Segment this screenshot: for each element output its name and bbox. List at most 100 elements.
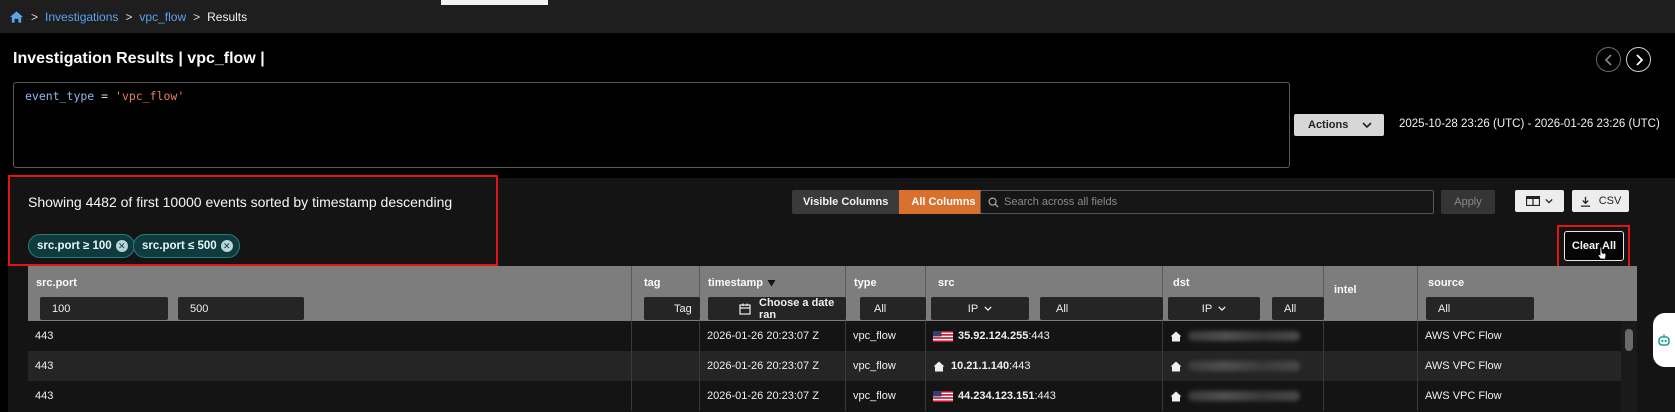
date-range: 2025-10-28 23:26 (UTC) - 2026-01-26 23:2…: [1399, 118, 1660, 130]
table-scrollbar[interactable]: [1621, 321, 1637, 412]
close-icon[interactable]: ✕: [115, 240, 128, 252]
visible-columns-button[interactable]: Visible Columns: [792, 190, 900, 214]
breadcrumb-separator: >: [125, 10, 133, 24]
active-tab-indicator: [441, 0, 548, 5]
source-filter-value: All: [1438, 302, 1451, 315]
cell-source: AWS VPC Flow: [1425, 330, 1502, 342]
src-port-max-input[interactable]: [178, 302, 304, 315]
breadcrumb-separator: >: [31, 10, 39, 24]
dst-value-filter[interactable]: All: [1272, 297, 1324, 320]
cell-intel: [1324, 351, 1418, 381]
us-flag-icon: [933, 390, 953, 402]
home-icon: [933, 361, 945, 371]
columns-icon: [1526, 196, 1540, 206]
src-ip: 35.92.124.255: [958, 330, 1029, 342]
src-value-filter[interactable]: All: [1040, 297, 1163, 320]
sort-descending-icon[interactable]: [767, 279, 776, 287]
header-src[interactable]: src IP All: [926, 266, 1163, 321]
breadcrumb-vpc-flow[interactable]: vpc_flow: [139, 10, 186, 24]
cell-src[interactable]: 10.21.1.140:443: [926, 351, 1163, 381]
csv-download-button[interactable]: CSV: [1572, 190, 1629, 212]
cell-timestamp: 2026-01-26 20:23:07 Z: [700, 321, 846, 351]
previous-button[interactable]: [1596, 47, 1621, 72]
close-icon[interactable]: ✕: [220, 240, 233, 252]
header-src-port[interactable]: src.port: [28, 266, 632, 321]
cell-type: vpc_flow: [846, 381, 926, 411]
cell-tag: [632, 351, 700, 381]
cell-src[interactable]: 44.234.123.151:443: [926, 381, 1163, 411]
table-row[interactable]: 443 2026-01-26 20:23:07 Z vpc_flow 35.92…: [28, 321, 1621, 351]
src-port-suffix: :443: [1034, 390, 1056, 402]
table-row[interactable]: 443 2026-01-26 20:23:07 Z vpc_flow 44.23…: [28, 381, 1621, 411]
breadcrumb-investigations[interactable]: Investigations: [45, 10, 118, 24]
dst-filter-value: All: [1284, 302, 1297, 315]
header-label: type: [854, 277, 877, 289]
cell-src-port: 443: [28, 351, 632, 381]
robot-icon: [1658, 334, 1670, 346]
cell-dst[interactable]: [1163, 381, 1324, 411]
cell-timestamp: 2026-01-26 20:23:07 Z: [700, 351, 846, 381]
header-type[interactable]: type All: [846, 266, 926, 321]
breadcrumb-separator: >: [193, 10, 201, 24]
cell-src[interactable]: 35.92.124.255:443: [926, 321, 1163, 351]
all-columns-button[interactable]: All Columns: [899, 190, 988, 214]
header-tag[interactable]: tag Tag: [632, 266, 700, 321]
cell-type: vpc_flow: [846, 321, 926, 351]
cell-source: AWS VPC Flow: [1425, 390, 1502, 402]
src-port-max-filter[interactable]: [178, 297, 304, 320]
table-row[interactable]: 443 2026-01-26 20:23:07 Z vpc_flow 10.21…: [28, 351, 1621, 381]
header-intel[interactable]: intel: [1324, 266, 1418, 321]
results-summary: Showing 4482 of first 10000 events sorte…: [28, 194, 453, 210]
search-field[interactable]: [980, 190, 1434, 214]
results-table: src.port tag Tag timestamp Choose a date…: [28, 266, 1637, 412]
table-header: src.port tag Tag timestamp Choose a date…: [28, 266, 1637, 321]
query-editor[interactable]: event_type = 'vpc_flow': [13, 82, 1290, 168]
header-source[interactable]: source All: [1418, 266, 1637, 321]
download-icon: [1580, 196, 1590, 207]
assistant-widget[interactable]: [1653, 313, 1675, 367]
cell-type: vpc_flow: [846, 351, 926, 381]
header-label: dst: [1173, 277, 1190, 289]
tag-filter[interactable]: Tag: [644, 297, 700, 320]
dst-mode-dropdown[interactable]: IP: [1168, 297, 1260, 320]
type-filter[interactable]: All: [860, 297, 926, 320]
breadcrumb-current: Results: [207, 10, 248, 24]
header-label: timestamp: [708, 277, 776, 289]
home-icon: [1170, 391, 1182, 401]
header-timestamp[interactable]: timestamp Choose a date ran: [700, 266, 846, 321]
cell-dst[interactable]: [1163, 351, 1324, 381]
column-layout-button[interactable]: [1515, 190, 1564, 212]
actions-dropdown[interactable]: Actions: [1294, 114, 1384, 136]
search-input[interactable]: [1004, 196, 1424, 208]
cell-dst[interactable]: [1163, 321, 1324, 351]
query-key: event_type: [25, 89, 95, 103]
cell-src-port: 443: [28, 321, 632, 351]
apply-button[interactable]: Apply: [1441, 190, 1495, 214]
scrollbar-thumb[interactable]: [1625, 329, 1633, 351]
dst-mode-label: IP: [1201, 302, 1213, 315]
header-dst[interactable]: dst IP All: [1163, 266, 1324, 321]
src-port-min-filter[interactable]: [40, 297, 168, 320]
source-filter[interactable]: All: [1426, 297, 1534, 320]
chevron-down-icon: [1218, 306, 1226, 312]
header-label: src.port: [36, 277, 77, 289]
pointer-cursor-icon: [1597, 246, 1607, 260]
filter-chip-src-port-min[interactable]: src.port ≥ 100 ✕: [28, 234, 135, 258]
header-label: tag: [644, 277, 661, 289]
home-icon: [1170, 331, 1182, 341]
clear-all-button[interactable]: Clear All: [1564, 231, 1624, 261]
filter-chip-src-port-max[interactable]: src.port ≤ 500 ✕: [133, 234, 240, 258]
cell-src-port: 443: [28, 381, 632, 411]
src-ip: 44.234.123.151: [958, 390, 1035, 402]
cell-tag: [632, 381, 700, 411]
cell-intel: [1324, 381, 1418, 411]
actions-label: Actions: [1308, 119, 1349, 131]
src-port-min-input[interactable]: [40, 302, 168, 315]
filter-chip-label: src.port ≥ 100: [37, 240, 112, 252]
next-button[interactable]: [1626, 47, 1651, 72]
top-bar: > Investigations > vpc_flow > Results: [0, 0, 1675, 33]
chevron-right-icon: [1635, 53, 1643, 66]
home-icon[interactable]: [9, 10, 24, 24]
src-mode-dropdown[interactable]: IP: [931, 297, 1029, 320]
timestamp-date-filter[interactable]: Choose a date ran: [708, 297, 846, 321]
